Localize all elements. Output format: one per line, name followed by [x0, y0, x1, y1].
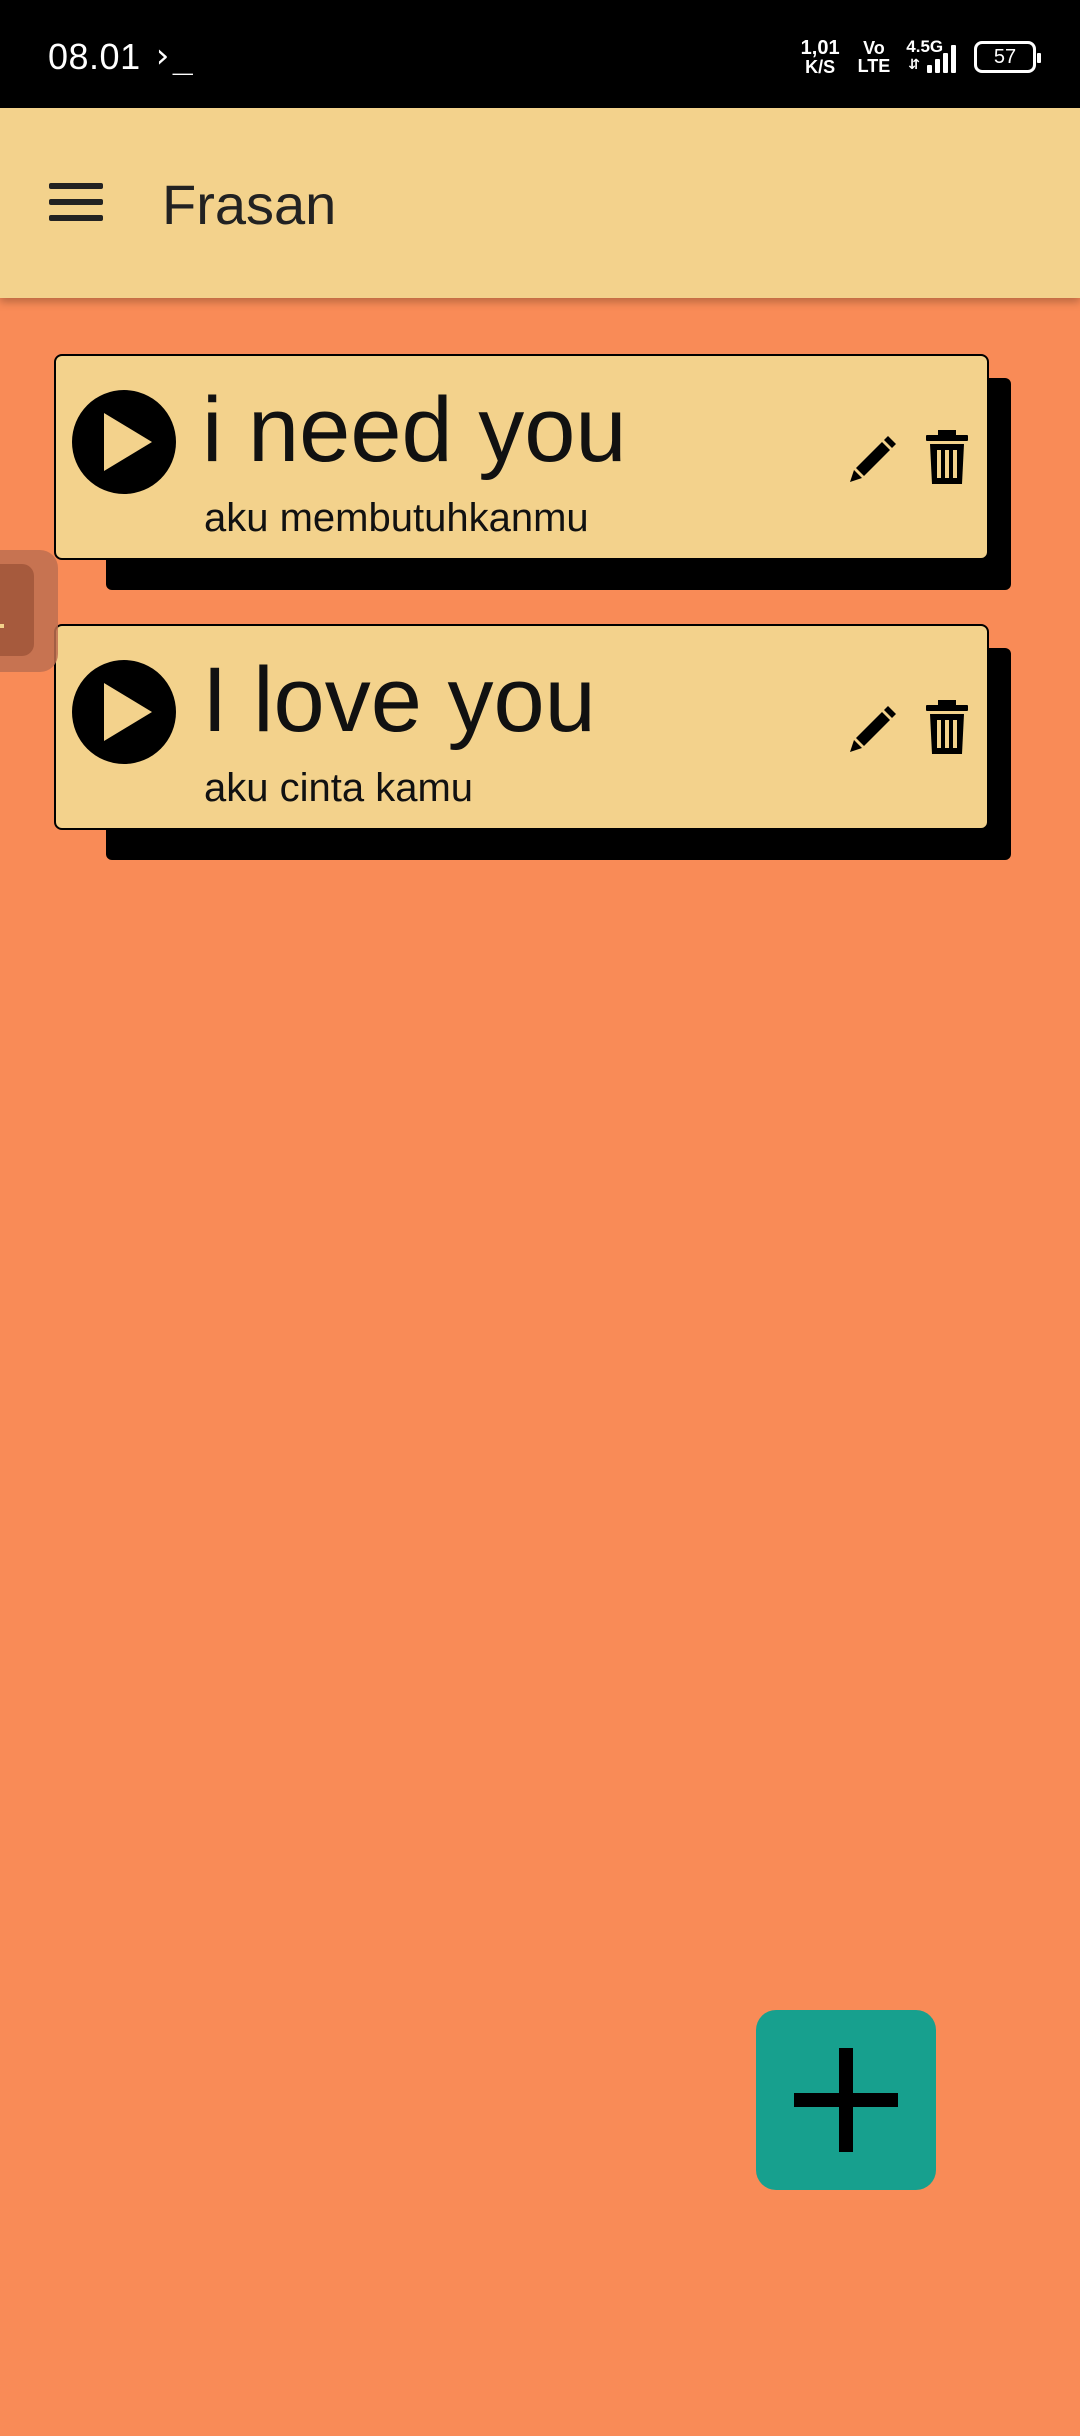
pencil-icon[interactable] [846, 702, 900, 756]
trash-icon[interactable] [924, 700, 970, 756]
data-arrows-icon: ⇵ [908, 56, 920, 72]
translation-text: aku membutuhkanmu [204, 496, 589, 540]
menu-line [49, 183, 103, 189]
network-type: 4.5G [906, 37, 944, 56]
menu-line [49, 215, 103, 221]
phrase-card-body[interactable]: i need you aku membutuhkanmu [54, 354, 989, 560]
app-bar: Frasan [0, 108, 1080, 298]
volte-indicator: Vo LTE [858, 39, 891, 75]
status-indicators: 1,01 K/S Vo LTE 4.5G ⇵ 57 [801, 37, 1041, 76]
add-phrase-button[interactable] [756, 2010, 936, 2190]
signal-bar [935, 59, 940, 73]
floating-side-handle[interactable] [0, 550, 58, 672]
phrase-text: I love you [202, 649, 596, 751]
side-handle-inner [0, 564, 34, 656]
menu-line [49, 199, 103, 205]
phrase-card: i need you aku membutuhkanmu [54, 354, 1011, 594]
network-speed: 1,01 K/S [801, 38, 840, 76]
status-time: 08.01 [48, 36, 141, 77]
handle-dash-icon [0, 624, 4, 628]
terminal-icon: ›_ [152, 36, 193, 76]
signal-bar [943, 53, 948, 73]
battery-icon: 57 [974, 41, 1041, 73]
plus-icon [794, 2048, 898, 2152]
trash-icon[interactable] [924, 430, 970, 486]
phrase-card-body[interactable]: I love you aku cinta kamu [54, 624, 989, 830]
volte-top: Vo [863, 38, 885, 58]
phrase-text: i need you [202, 379, 627, 481]
status-bar: 08.01 ›_ 1,01 K/S Vo LTE 4.5G ⇵ 57 [0, 0, 1080, 108]
signal-icon: 4.5G ⇵ [906, 37, 956, 73]
battery-level: 57 [993, 45, 1017, 68]
signal-bar [951, 45, 956, 73]
page-title: Frasan [162, 173, 337, 236]
signal-bar [927, 65, 932, 73]
pencil-icon[interactable] [846, 432, 900, 486]
network-speed-value: 1,01 [800, 37, 840, 59]
play-icon[interactable] [72, 390, 176, 494]
play-icon[interactable] [72, 660, 176, 764]
translation-text: aku cinta kamu [204, 766, 474, 810]
hamburger-menu-icon[interactable] [40, 166, 112, 238]
phrase-card: I love you aku cinta kamu [54, 624, 1011, 864]
volte-bottom: LTE [857, 56, 891, 76]
network-speed-unit: K/S [805, 57, 836, 77]
